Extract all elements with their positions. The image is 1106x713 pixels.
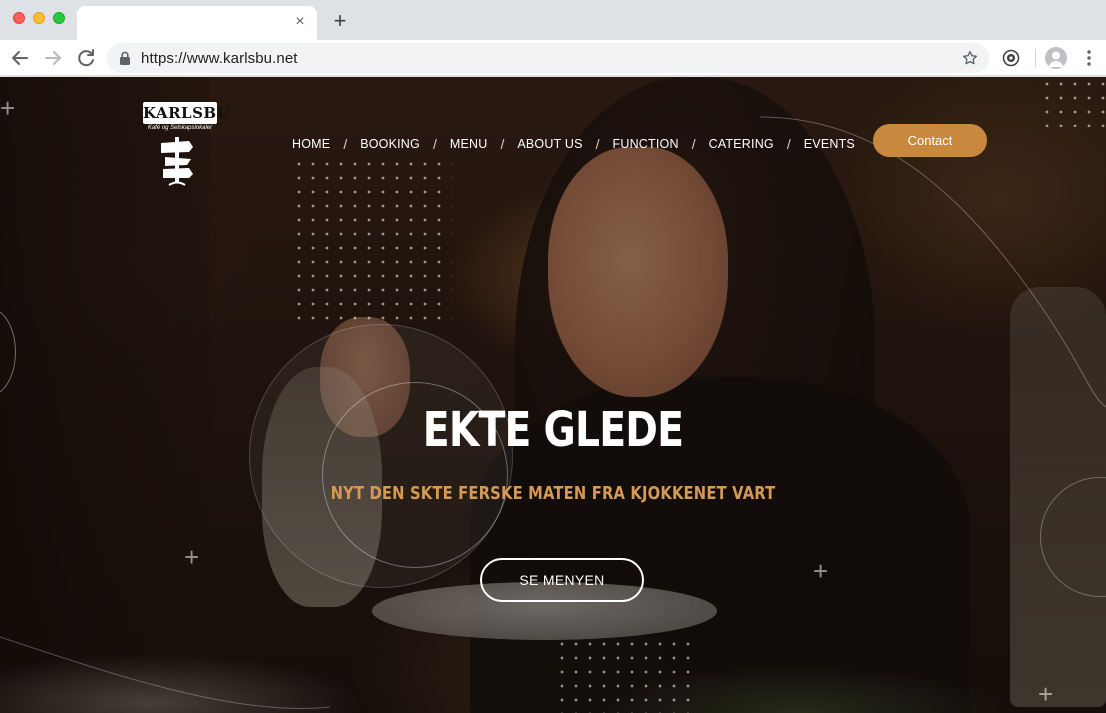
plus-icon[interactable]: +	[330, 10, 350, 32]
close-window-button[interactable]	[13, 12, 25, 24]
browser-toolbar: https://www.karlsbu.net	[0, 40, 1106, 76]
see-menu-button[interactable]: SE MENYEN	[480, 558, 644, 602]
site-logo[interactable]: KARLSBU Kafé og Selskapslokaler	[143, 102, 231, 192]
website-page: + + + + KARLSBU Kafé og Selskapslokaler …	[0, 77, 1106, 713]
decor-cross: +	[1038, 679, 1054, 709]
tab-strip: × +	[0, 0, 1106, 40]
nav-item-home[interactable]: HOME	[292, 137, 330, 151]
nav-item-events[interactable]: EVENTS	[804, 137, 855, 151]
nav-item-catering[interactable]: CATERING	[709, 137, 774, 151]
extension-icon[interactable]	[1002, 49, 1020, 67]
nav-separator: /	[432, 136, 437, 152]
hero-title: EKTE GLEDE	[422, 402, 684, 458]
contact-button[interactable]: Contact	[873, 124, 987, 157]
reload-icon[interactable]	[74, 46, 98, 70]
toolbar-divider	[1035, 49, 1036, 67]
nav-item-function[interactable]: FUNCTION	[613, 137, 679, 151]
main-navigation: HOME / BOOKING / MENU / ABOUT US / FUNCT…	[292, 134, 855, 154]
minimize-window-button[interactable]	[33, 12, 45, 24]
url-text: https://www.karlsbu.net	[141, 50, 298, 67]
decor-cross: +	[184, 542, 200, 572]
lock-icon	[119, 51, 131, 65]
nav-separator: /	[691, 136, 696, 152]
menu-kebab-icon[interactable]	[1080, 48, 1098, 68]
logo-wordmark: KARLSBU	[143, 102, 231, 124]
nav-separator: /	[595, 136, 600, 152]
nav-item-about-us[interactable]: ABOUT US	[517, 137, 582, 151]
nav-item-booking[interactable]: BOOKING	[360, 137, 420, 151]
nav-separator: /	[786, 136, 791, 152]
close-icon[interactable]: ×	[291, 13, 309, 31]
maximize-window-button[interactable]	[53, 12, 65, 24]
nav-separator: /	[500, 136, 505, 152]
star-icon[interactable]	[961, 49, 979, 67]
browser-tab[interactable]: ×	[77, 6, 317, 40]
decor-cross: +	[0, 93, 16, 123]
profile-icon[interactable]	[1045, 47, 1067, 69]
nav-item-menu[interactable]: MENU	[450, 137, 488, 151]
hero-subtitle: NYT DEN SKTE FERSKE MATEN FRA KJOKKENET …	[330, 483, 776, 504]
nav-separator: /	[343, 136, 348, 152]
signpost-icon	[161, 137, 193, 186]
logo-tagline: Kafé og Selskapslokaler	[147, 125, 213, 131]
decor-cross: +	[813, 556, 829, 586]
address-bar[interactable]: https://www.karlsbu.net	[107, 43, 989, 73]
back-arrow-icon[interactable]	[8, 46, 32, 70]
forward-arrow-icon[interactable]	[41, 46, 65, 70]
